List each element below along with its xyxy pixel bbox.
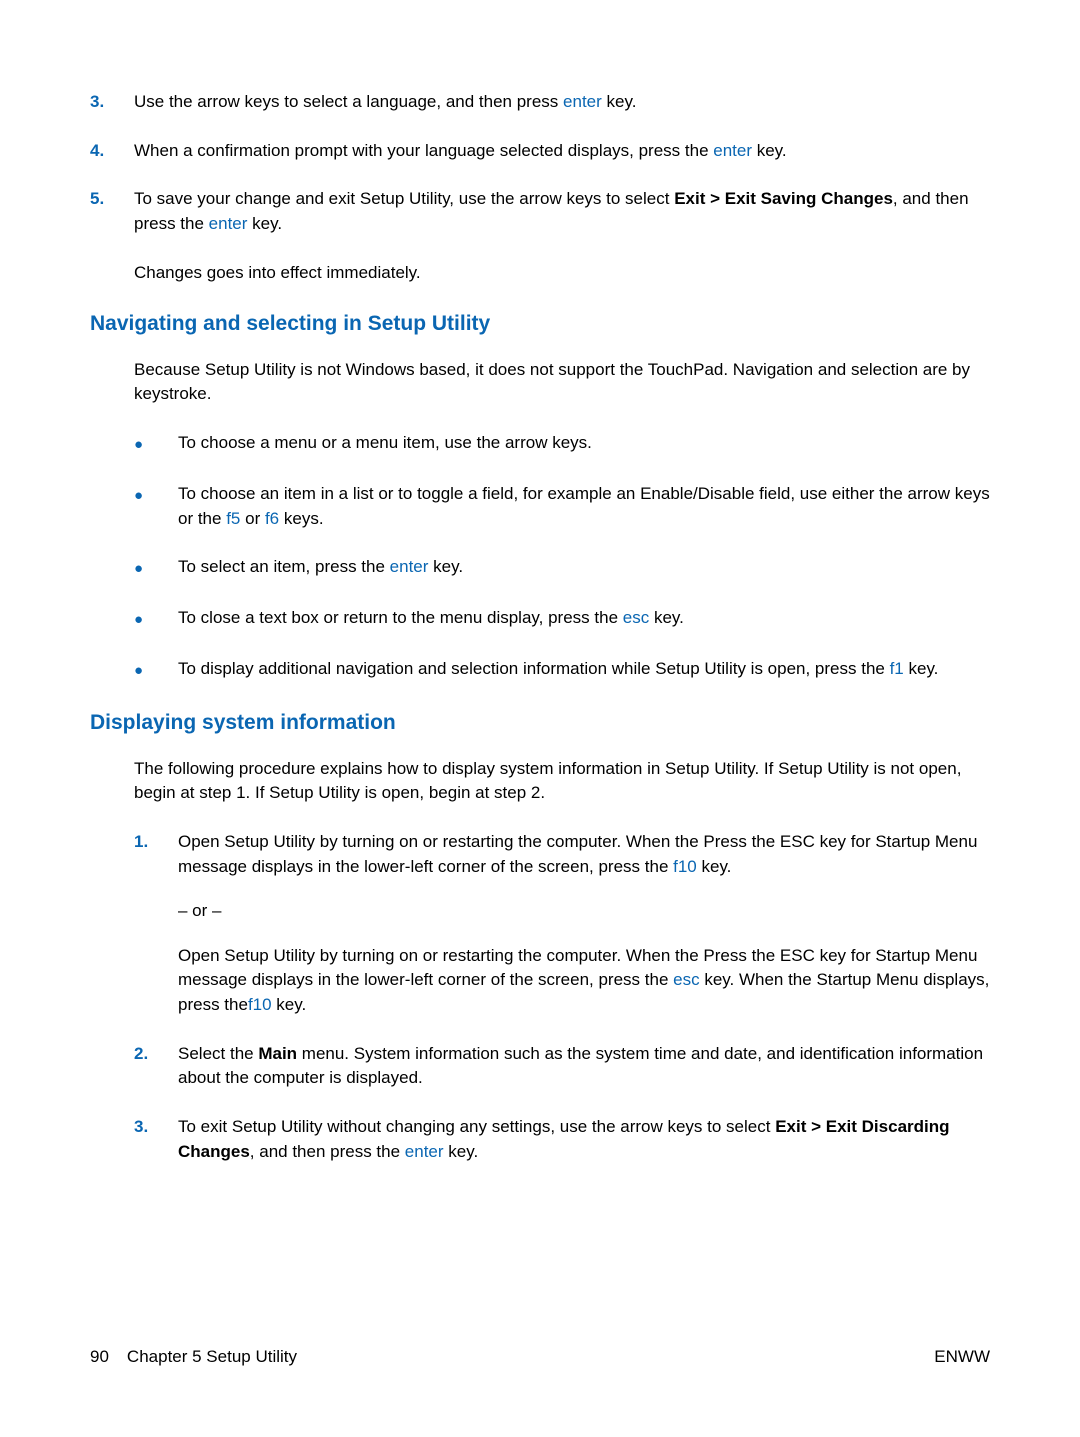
step-2: 2. Select the Main menu. System informat… bbox=[134, 1042, 990, 1091]
page: 3. Use the arrow keys to select a langua… bbox=[0, 0, 1080, 1437]
text: To close a text box or return to the men… bbox=[178, 608, 623, 627]
step-number: 2. bbox=[134, 1042, 178, 1091]
bullet-body: To select an item, press the enter key. bbox=[178, 555, 990, 582]
text: menu. System information such as the sys… bbox=[178, 1044, 983, 1088]
main-menu: Main bbox=[258, 1044, 297, 1063]
f5-key: f5 bbox=[226, 509, 240, 528]
heading-displaying: Displaying system information bbox=[90, 708, 990, 738]
bullet-icon: ● bbox=[134, 606, 178, 633]
step-number: 3. bbox=[134, 1115, 178, 1164]
step-number: 5. bbox=[90, 187, 134, 236]
text: To exit Setup Utility without changing a… bbox=[178, 1117, 775, 1136]
esc-key: esc bbox=[623, 608, 649, 627]
step-number: 3. bbox=[90, 90, 134, 115]
chapter-label: Chapter 5 Setup Utility bbox=[127, 1347, 297, 1367]
text: To choose a menu or a menu item, use the… bbox=[178, 433, 592, 452]
or-separator: – or – bbox=[178, 899, 990, 924]
system-info-steps: 1. Open Setup Utility by turning on or r… bbox=[134, 830, 990, 1164]
text: , and then press the bbox=[250, 1142, 405, 1161]
step-body: When a confirmation prompt with your lan… bbox=[134, 139, 990, 164]
enter-key: enter bbox=[405, 1142, 444, 1161]
section2-intro: The following procedure explains how to … bbox=[134, 757, 990, 806]
esc-key: esc bbox=[673, 970, 699, 989]
bullet-item: ● To select an item, press the enter key… bbox=[134, 555, 990, 582]
changes-note: Changes goes into effect immediately. bbox=[90, 261, 990, 286]
step-3: 3. To exit Setup Utility without changin… bbox=[134, 1115, 990, 1164]
bullet-icon: ● bbox=[134, 482, 178, 531]
page-number: 90 bbox=[90, 1347, 109, 1367]
bullet-body: To choose a menu or a menu item, use the… bbox=[178, 431, 990, 458]
footer-right: ENWW bbox=[934, 1347, 990, 1367]
bullet-body: To close a text box or return to the men… bbox=[178, 606, 990, 633]
enter-key: enter bbox=[209, 214, 248, 233]
content-area: 3. Use the arrow keys to select a langua… bbox=[90, 90, 990, 1164]
text: key. bbox=[904, 659, 939, 678]
step-body: Open Setup Utility by turning on or rest… bbox=[178, 830, 990, 1018]
step1-para2: Open Setup Utility by turning on or rest… bbox=[178, 944, 990, 1018]
step-1: 1. Open Setup Utility by turning on or r… bbox=[134, 830, 990, 1018]
section-navigating-body: Because Setup Utility is not Windows bas… bbox=[90, 358, 990, 685]
bullet-item: ● To choose an item in a list or to togg… bbox=[134, 482, 990, 531]
enter-key: enter bbox=[390, 557, 429, 576]
text: key. bbox=[272, 995, 307, 1014]
text: or bbox=[240, 509, 265, 528]
text: key. bbox=[649, 608, 684, 627]
bullet-item: ● To close a text box or return to the m… bbox=[134, 606, 990, 633]
text: key. bbox=[444, 1142, 479, 1161]
f10-key: f10 bbox=[673, 857, 697, 876]
navigation-bullets: ● To choose a menu or a menu item, use t… bbox=[134, 431, 990, 684]
heading-navigating: Navigating and selecting in Setup Utilit… bbox=[90, 309, 990, 339]
enter-key: enter bbox=[563, 92, 602, 111]
exit-saving-changes: Exit > Exit Saving Changes bbox=[674, 189, 893, 208]
text: Open Setup Utility by turning on or rest… bbox=[178, 832, 977, 876]
continued-steps-list: 3. Use the arrow keys to select a langua… bbox=[90, 90, 990, 237]
footer-left: 90 Chapter 5 Setup Utility bbox=[90, 1347, 297, 1367]
text: To display additional navigation and sel… bbox=[178, 659, 890, 678]
text: To select an item, press the bbox=[178, 557, 390, 576]
bullet-icon: ● bbox=[134, 555, 178, 582]
page-footer: 90 Chapter 5 Setup Utility ENWW bbox=[90, 1347, 990, 1367]
section-displaying-body: The following procedure explains how to … bbox=[90, 757, 990, 1165]
text: Select the bbox=[178, 1044, 258, 1063]
text: key. bbox=[247, 214, 282, 233]
bullet-body: To choose an item in a list or to toggle… bbox=[178, 482, 990, 531]
text: keys. bbox=[279, 509, 323, 528]
step-body: To exit Setup Utility without changing a… bbox=[178, 1115, 990, 1164]
text: key. bbox=[752, 141, 787, 160]
step-4: 4. When a confirmation prompt with your … bbox=[90, 139, 990, 164]
enter-key: enter bbox=[713, 141, 752, 160]
text: Use the arrow keys to select a language,… bbox=[134, 92, 563, 111]
step-body: Use the arrow keys to select a language,… bbox=[134, 90, 990, 115]
f10-key: f10 bbox=[248, 995, 272, 1014]
bullet-icon: ● bbox=[134, 657, 178, 684]
text: key. bbox=[697, 857, 732, 876]
step-number: 4. bbox=[90, 139, 134, 164]
bullet-item: ● To display additional navigation and s… bbox=[134, 657, 990, 684]
f6-key: f6 bbox=[265, 509, 279, 528]
step-3: 3. Use the arrow keys to select a langua… bbox=[90, 90, 990, 115]
bullet-icon: ● bbox=[134, 431, 178, 458]
step-body: Select the Main menu. System information… bbox=[178, 1042, 990, 1091]
text: To save your change and exit Setup Utili… bbox=[134, 189, 674, 208]
text: key. bbox=[602, 92, 637, 111]
step-5: 5. To save your change and exit Setup Ut… bbox=[90, 187, 990, 236]
bullet-body: To display additional navigation and sel… bbox=[178, 657, 990, 684]
step-body: To save your change and exit Setup Utili… bbox=[134, 187, 990, 236]
step-number: 1. bbox=[134, 830, 178, 1018]
text: Changes goes into effect immediately. bbox=[134, 263, 421, 282]
text: key. bbox=[428, 557, 463, 576]
step1-para1: Open Setup Utility by turning on or rest… bbox=[178, 830, 990, 879]
text: When a confirmation prompt with your lan… bbox=[134, 141, 713, 160]
f1-key: f1 bbox=[890, 659, 904, 678]
bullet-item: ● To choose a menu or a menu item, use t… bbox=[134, 431, 990, 458]
section1-intro: Because Setup Utility is not Windows bas… bbox=[134, 358, 990, 407]
